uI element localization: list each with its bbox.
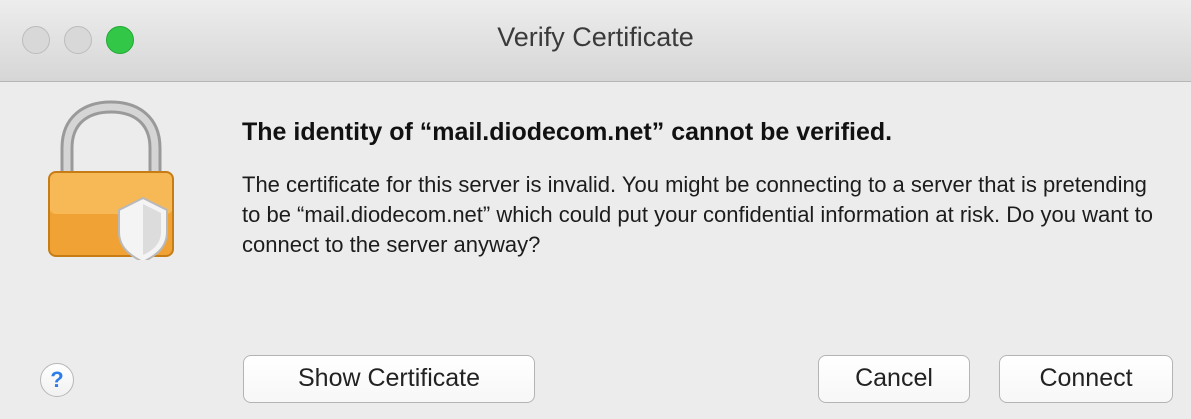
help-button[interactable]: ? — [40, 363, 74, 397]
alert-message: The certificate for this server is inval… — [242, 172, 1154, 257]
connect-button[interactable]: Connect — [999, 355, 1173, 403]
alert-headline: The identity of “mail.diodecom.net” cann… — [242, 118, 893, 146]
title-bar: Verify Certificate — [0, 0, 1191, 82]
show-certificate-button[interactable]: Show Certificate — [243, 355, 535, 403]
window-title: Verify Certificate — [497, 22, 694, 52]
padlock-warning-icon — [48, 100, 174, 260]
verify-certificate-dialog: Verify Certificate The identity of “mail… — [0, 0, 1191, 419]
cancel-button[interactable]: Cancel — [818, 355, 970, 403]
